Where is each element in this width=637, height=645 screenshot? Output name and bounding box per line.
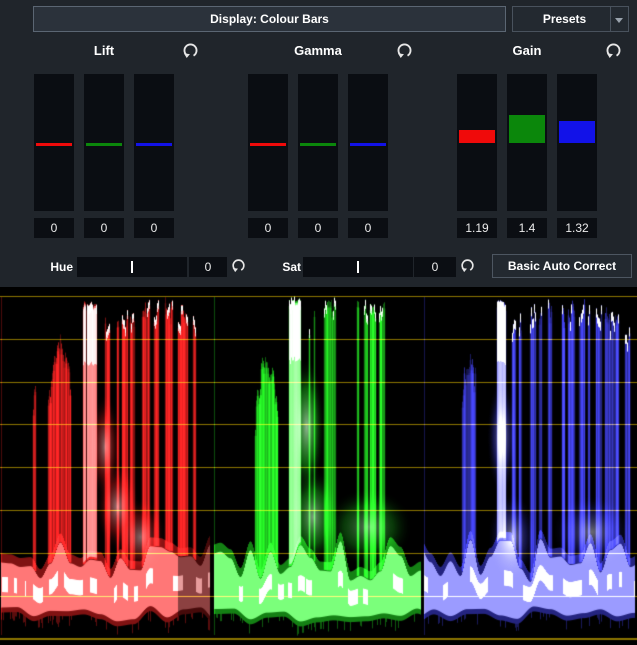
lift-red-indicator[interactable] — [36, 143, 72, 146]
gain-green-value[interactable]: 1.4 — [507, 218, 547, 238]
chevron-down-icon[interactable] — [615, 18, 623, 23]
gain-green-slider[interactable] — [507, 74, 547, 211]
presets-divider — [610, 7, 611, 31]
hue-label: Hue — [30, 260, 73, 274]
hue-reset-icon[interactable] — [231, 258, 246, 273]
sat-slider[interactable] — [303, 257, 413, 277]
gain-red-slider[interactable] — [457, 74, 497, 211]
gamma-reset-icon[interactable] — [396, 42, 413, 59]
colour-correct-window: Display: Colour Bars Presets Lift 0 0 0 … — [0, 0, 637, 645]
presets-label: Presets — [543, 12, 586, 26]
gamma-red-value[interactable]: 0 — [248, 218, 288, 238]
sat-label: Sat — [258, 260, 301, 274]
lift-group: Lift 0 0 0 — [34, 42, 200, 242]
gamma-green-slider[interactable] — [298, 74, 338, 211]
gamma-blue-value[interactable]: 0 — [348, 218, 388, 238]
lift-green-slider[interactable] — [84, 74, 124, 211]
lift-title: Lift — [34, 43, 174, 58]
gamma-title: Gamma — [248, 43, 388, 58]
hue-slider-handle[interactable] — [131, 261, 133, 273]
rgb-parade-waveform — [0, 287, 637, 645]
lift-green-value[interactable]: 0 — [84, 218, 124, 238]
gain-blue-value[interactable]: 1.32 — [557, 218, 597, 238]
presets-button[interactable]: Presets — [512, 6, 629, 32]
gain-group: Gain 1.19 1.4 1.32 — [457, 42, 623, 242]
sat-value[interactable]: 0 — [414, 257, 456, 277]
lift-reset-icon[interactable] — [182, 42, 199, 59]
display-mode-button[interactable]: Display: Colour Bars — [33, 6, 506, 32]
gain-blue-slider[interactable] — [557, 74, 597, 211]
lift-blue-indicator[interactable] — [136, 143, 172, 146]
gain-green-indicator[interactable] — [509, 115, 545, 143]
gain-reset-icon[interactable] — [605, 42, 622, 59]
lift-blue-value[interactable]: 0 — [134, 218, 174, 238]
sat-reset-icon[interactable] — [460, 258, 475, 273]
lift-red-slider[interactable] — [34, 74, 74, 211]
sat-slider-handle[interactable] — [357, 261, 359, 273]
basic-auto-correct-button[interactable]: Basic Auto Correct — [492, 254, 632, 278]
gain-red-value[interactable]: 1.19 — [457, 218, 497, 238]
gamma-green-value[interactable]: 0 — [298, 218, 338, 238]
gamma-green-indicator[interactable] — [300, 143, 336, 146]
hue-slider[interactable] — [77, 257, 187, 277]
gamma-red-slider[interactable] — [248, 74, 288, 211]
gamma-blue-slider[interactable] — [348, 74, 388, 211]
lift-green-indicator[interactable] — [86, 143, 122, 146]
gain-title: Gain — [457, 43, 597, 58]
lift-red-value[interactable]: 0 — [34, 218, 74, 238]
basic-auto-correct-label: Basic Auto Correct — [508, 259, 616, 273]
hue-value[interactable]: 0 — [189, 257, 227, 277]
gain-blue-indicator[interactable] — [559, 121, 595, 143]
gain-red-indicator[interactable] — [459, 130, 495, 143]
gamma-blue-indicator[interactable] — [350, 143, 386, 146]
lift-blue-slider[interactable] — [134, 74, 174, 211]
display-mode-label: Display: Colour Bars — [210, 12, 329, 26]
gamma-red-indicator[interactable] — [250, 143, 286, 146]
control-panel: Display: Colour Bars Presets Lift 0 0 0 … — [0, 0, 637, 287]
gamma-group: Gamma 0 0 0 — [248, 42, 414, 242]
